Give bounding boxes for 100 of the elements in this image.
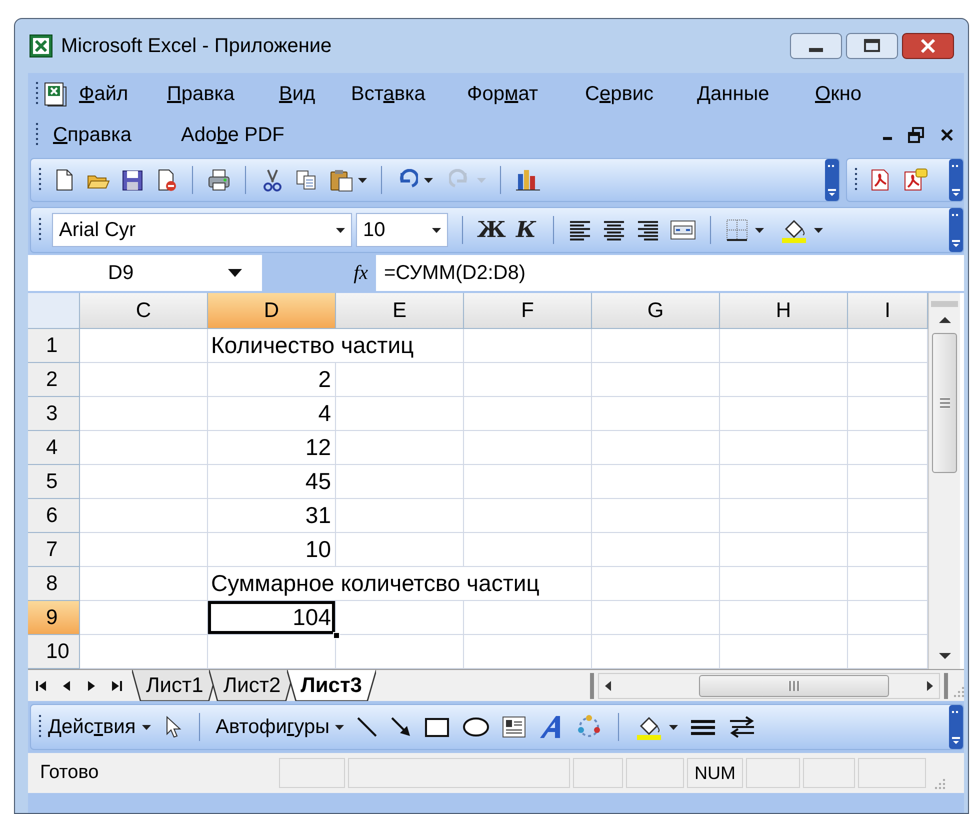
caret-icon[interactable] (669, 724, 678, 730)
insert-function-button[interactable]: fx (354, 258, 368, 288)
table-cell[interactable] (592, 499, 720, 533)
table-cell[interactable] (720, 329, 848, 363)
table-cell[interactable] (464, 397, 592, 431)
table-cell[interactable] (592, 431, 720, 465)
sheet-tab[interactable]: Лист1 (132, 670, 218, 701)
column-header[interactable]: H (720, 293, 848, 329)
font-size-field[interactable]: 10 (356, 213, 448, 247)
toolbar-grip-icon[interactable] (36, 123, 39, 147)
table-cell[interactable] (720, 465, 848, 499)
row-header[interactable]: 2 (28, 363, 80, 397)
caret-icon[interactable] (358, 178, 367, 182)
last-sheet-icon[interactable] (110, 680, 122, 692)
scroll-thumb[interactable] (699, 674, 889, 696)
menu-item[interactable]: Файл (79, 79, 167, 109)
menu-item[interactable]: Adobe PDF (181, 120, 284, 150)
arrow-icon[interactable] (390, 716, 412, 738)
table-cell[interactable]: 104 (208, 601, 336, 635)
caret-icon[interactable] (432, 228, 441, 232)
toolbar-options-icon[interactable] (949, 159, 963, 201)
table-cell[interactable] (80, 431, 208, 465)
line-style-icon[interactable] (690, 717, 716, 737)
column-header[interactable]: D (208, 293, 336, 329)
row-header[interactable]: 4 (28, 431, 80, 465)
table-cell[interactable] (592, 533, 720, 567)
table-cell[interactable] (80, 567, 208, 601)
fill-color-icon[interactable] (635, 714, 664, 740)
table-cell[interactable] (80, 601, 208, 635)
sheet-tab[interactable]: Лист2 (209, 670, 295, 701)
table-cell[interactable] (336, 499, 464, 533)
toolbar-grip-icon[interactable] (36, 82, 39, 106)
line-icon[interactable] (356, 716, 378, 738)
horizontal-scrollbar[interactable] (598, 672, 940, 698)
table-cell[interactable] (336, 397, 464, 431)
save-icon[interactable] (120, 168, 144, 192)
workbook-icon[interactable] (43, 81, 69, 107)
close-icon[interactable] (902, 33, 954, 59)
fill-handle[interactable] (333, 632, 340, 639)
table-cell[interactable]: 2 (208, 363, 336, 397)
select-all-button[interactable] (28, 293, 80, 329)
oval-icon[interactable] (462, 716, 490, 738)
restore-icon[interactable] (908, 127, 924, 143)
table-cell[interactable] (80, 397, 208, 431)
pdf-comment-icon[interactable] (902, 168, 928, 192)
table-cell[interactable] (592, 465, 720, 499)
caret-icon[interactable] (424, 178, 433, 182)
align-right-icon[interactable] (636, 218, 660, 242)
table-cell[interactable] (464, 533, 592, 567)
sheet-tab[interactable]: Лист3 (286, 670, 376, 701)
column-header[interactable]: C (80, 293, 208, 329)
arrow-style-icon[interactable] (728, 715, 756, 739)
table-cell[interactable]: 12 (208, 431, 336, 465)
bar-chart-icon[interactable] (515, 168, 541, 192)
menu-item[interactable]: Справка (53, 120, 181, 150)
minimize-icon[interactable] (790, 33, 842, 59)
table-cell[interactable] (720, 601, 848, 635)
caret-icon[interactable] (755, 228, 764, 232)
table-cell[interactable] (464, 363, 592, 397)
row-header[interactable]: 3 (28, 397, 80, 431)
table-cell[interactable] (720, 567, 848, 601)
caret-icon[interactable] (336, 228, 345, 232)
diagram-icon[interactable] (576, 714, 602, 740)
table-cell[interactable] (464, 431, 592, 465)
column-header[interactable]: G (592, 293, 720, 329)
table-cell[interactable] (80, 465, 208, 499)
table-cell[interactable] (720, 397, 848, 431)
row-header[interactable]: 7 (28, 533, 80, 567)
previous-sheet-icon[interactable] (62, 680, 72, 692)
borders-icon[interactable] (725, 218, 749, 242)
table-cell[interactable] (592, 397, 720, 431)
menu-item[interactable]: Данные (697, 79, 815, 109)
merge-center-icon[interactable] (670, 218, 696, 242)
table-cell[interactable] (720, 363, 848, 397)
table-cell[interactable] (464, 601, 592, 635)
table-cell[interactable] (80, 363, 208, 397)
caret-icon[interactable] (228, 269, 242, 277)
caret-icon[interactable] (142, 724, 151, 730)
table-cell[interactable] (592, 363, 720, 397)
table-cell[interactable] (720, 499, 848, 533)
menu-item[interactable]: Сервис (585, 79, 697, 109)
table-cell[interactable] (336, 465, 464, 499)
scroll-thumb[interactable] (932, 333, 957, 473)
menu-item[interactable]: Действия (48, 712, 151, 742)
column-header[interactable]: E (336, 293, 464, 329)
toolbar-grip-icon[interactable] (39, 218, 42, 242)
menu-item[interactable]: Вид (279, 79, 351, 109)
caret-icon[interactable] (335, 724, 344, 730)
toolbar-grip-icon[interactable] (39, 168, 42, 192)
table-cell[interactable]: 31 (208, 499, 336, 533)
table-cell[interactable] (720, 431, 848, 465)
table-cell[interactable] (464, 329, 592, 363)
table-cell[interactable] (592, 329, 720, 363)
name-box[interactable]: D9 (28, 255, 262, 291)
row-header[interactable]: 9 (28, 601, 80, 635)
menu-item[interactable]: Окно (815, 79, 885, 109)
menu-item[interactable]: Формат (467, 79, 585, 109)
align-left-icon[interactable] (568, 218, 592, 242)
table-cell[interactable]: 10 (208, 533, 336, 567)
row-header[interactable]: 8 (28, 567, 80, 601)
